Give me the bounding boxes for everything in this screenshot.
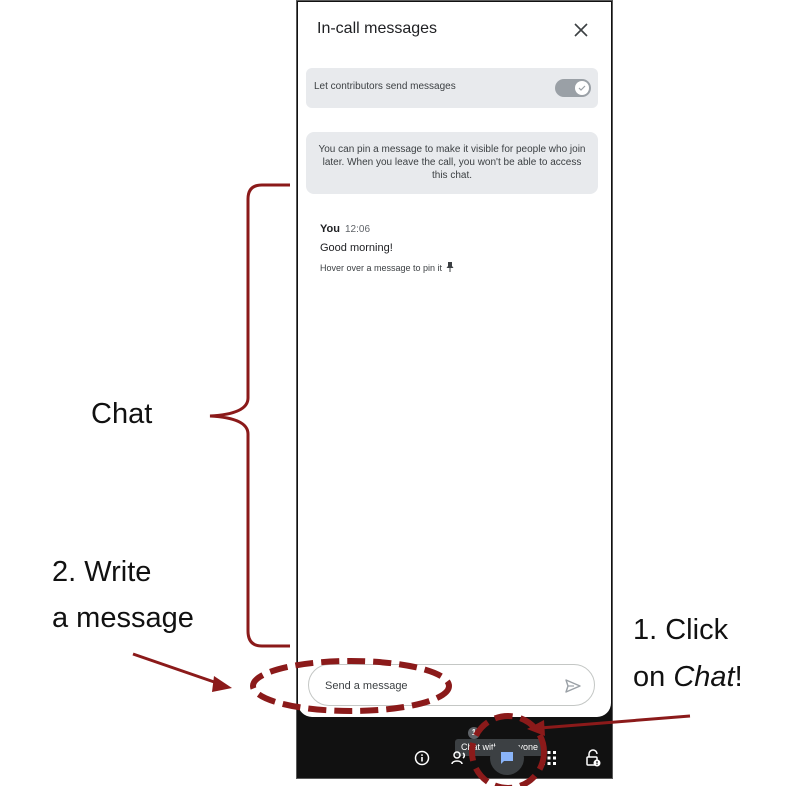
send-message-field[interactable]: [308, 664, 595, 706]
close-icon[interactable]: [569, 18, 593, 42]
message-input[interactable]: [323, 675, 547, 697]
toggle-label: Let contributors send messages: [314, 81, 456, 92]
chat-annotation: Chat: [91, 398, 153, 430]
apps-icon[interactable]: [536, 745, 562, 771]
lock-icon[interactable]: [580, 745, 606, 771]
step1-emph: Chat: [673, 661, 735, 693]
message-text[interactable]: Good morning!: [320, 242, 393, 254]
arrow-head-input: [212, 676, 232, 692]
step2-line2: a message: [52, 602, 194, 634]
chat-button[interactable]: [490, 741, 524, 775]
chat-icon: [501, 752, 513, 764]
panel-title: In-call messages: [317, 20, 438, 37]
meet-screen: In-call messages Let contributors send m…: [296, 0, 613, 779]
step1-suffix: !: [734, 661, 743, 693]
message-sender: You: [320, 223, 340, 235]
step1-line2: on Chat!: [633, 659, 743, 695]
check-icon: [575, 81, 589, 95]
pin-info-box: You can pin a message to make it visible…: [306, 132, 598, 194]
people-count-badge: 1: [468, 727, 480, 739]
message-time: 12:06: [345, 224, 371, 235]
send-icon[interactable]: [564, 677, 582, 695]
in-call-messages-panel: In-call messages Let contributors send m…: [298, 2, 611, 717]
step1-line1: 1. Click: [633, 614, 729, 646]
pin-hint: Hover over a message to pin it: [320, 262, 454, 274]
people-icon[interactable]: [447, 745, 473, 771]
step1-prefix: on: [633, 661, 674, 693]
chat-bracket: [209, 183, 290, 648]
contributors-toggle[interactable]: [555, 79, 591, 97]
contributors-toggle-row: Let contributors send messages: [306, 68, 598, 108]
info-icon[interactable]: [409, 745, 435, 771]
arrow-to-input: [132, 652, 221, 686]
pin-icon: [446, 262, 454, 274]
step2-line1: 2. Write: [52, 556, 152, 588]
pin-hint-text: Hover over a message to pin it: [320, 263, 443, 273]
